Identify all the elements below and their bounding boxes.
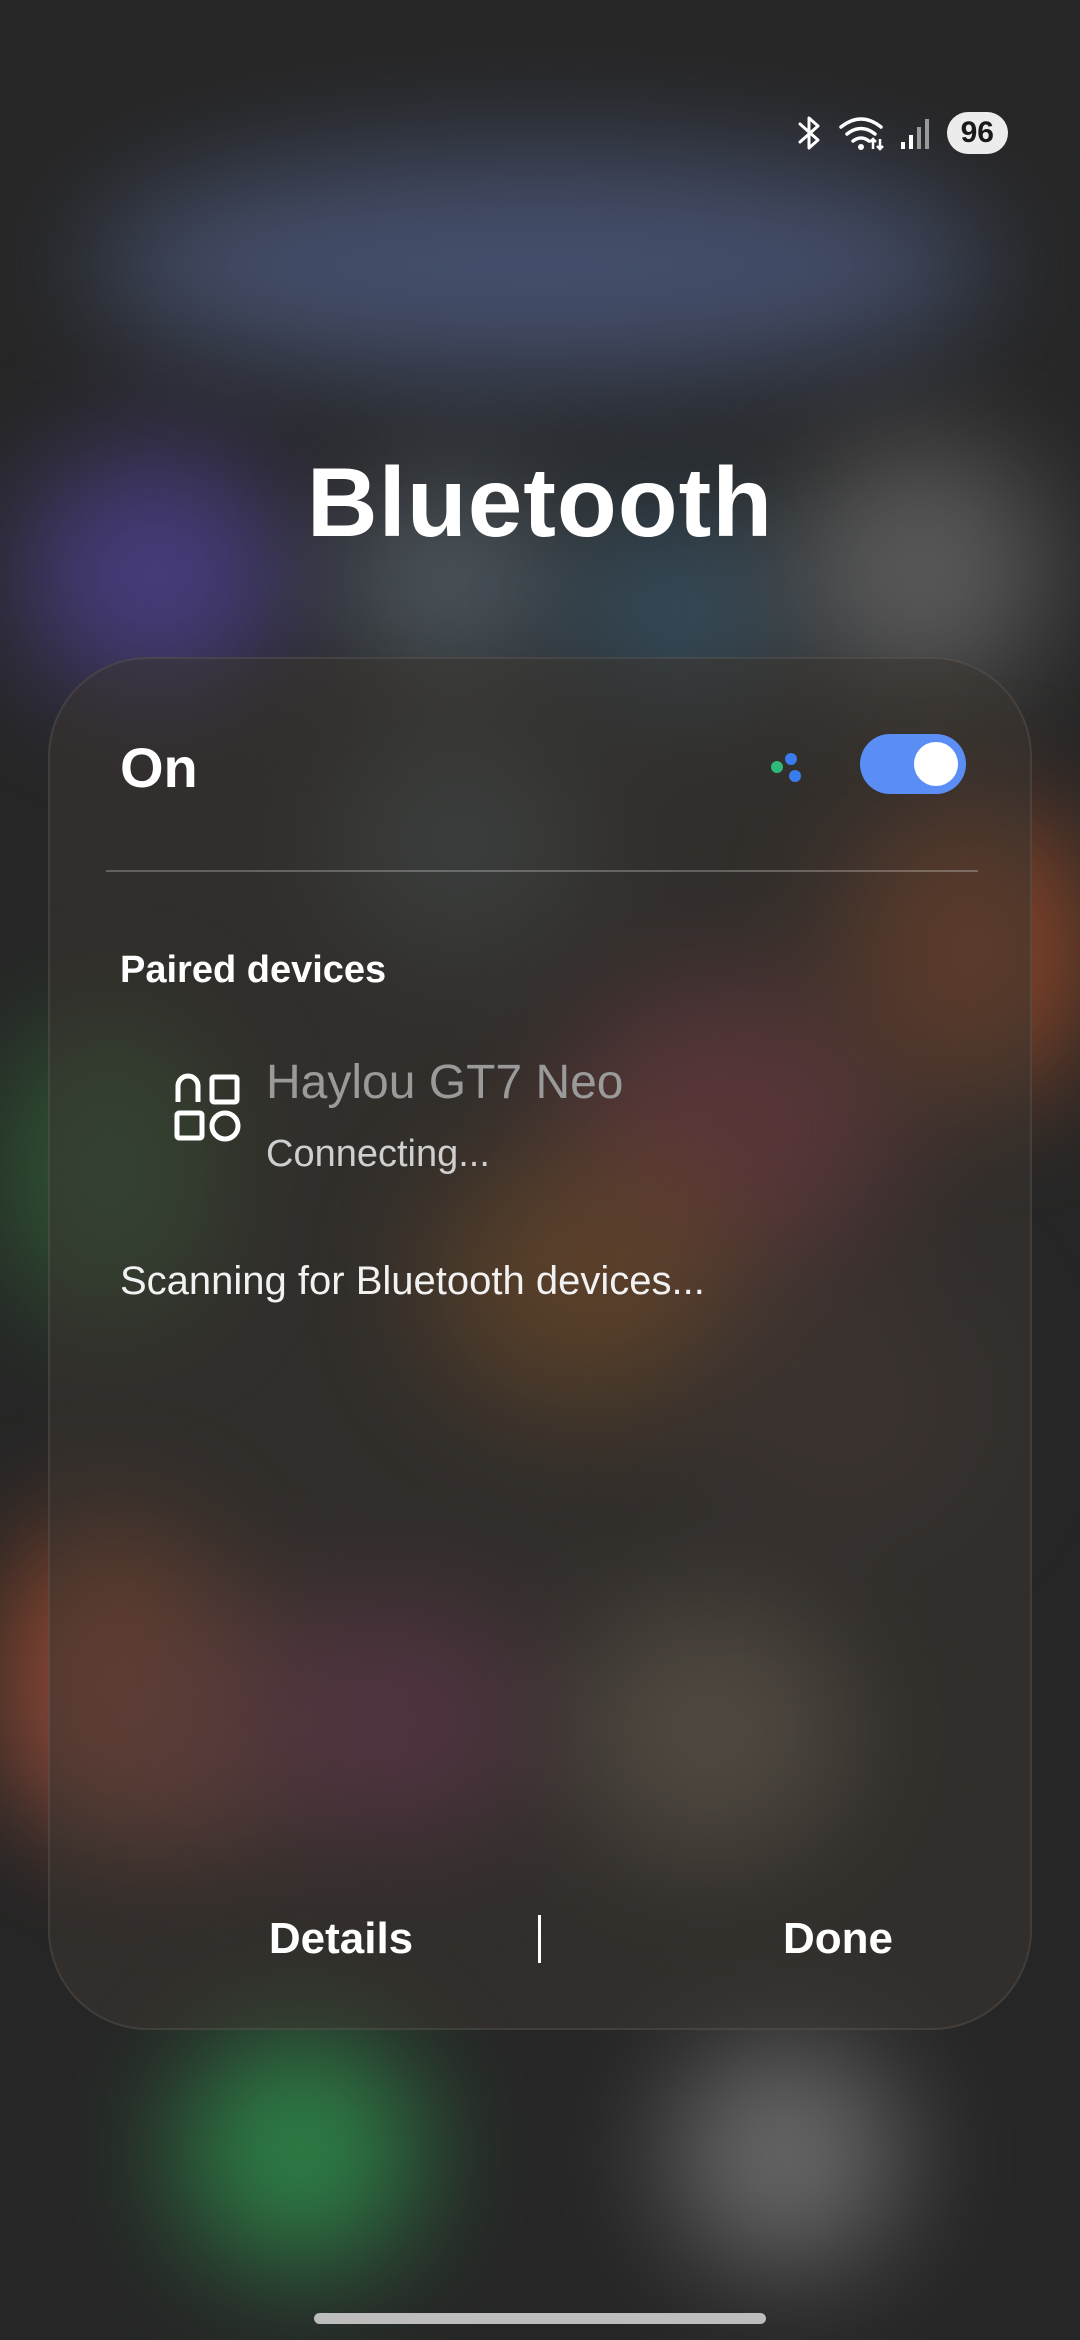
home-indicator[interactable]: [314, 2313, 766, 2324]
dialog-footer: Details Done: [50, 1899, 1034, 1979]
device-name: Haylou GT7 Neo: [266, 1056, 624, 1109]
toggle-state-label: On: [120, 736, 198, 799]
page-title: Bluetooth: [306, 447, 774, 557]
wallpaper-blur: [670, 2040, 900, 2270]
done-button[interactable]: Done: [673, 1899, 1003, 1979]
device-status: Connecting...: [266, 1133, 490, 1175]
wallpaper-blur: [90, 150, 990, 380]
wallpaper-blur: [180, 2030, 420, 2270]
bluetooth-icon: [797, 115, 823, 151]
scanning-status-text: Scanning for Bluetooth devices...: [120, 1259, 705, 1303]
battery-badge: 96: [946, 112, 1008, 154]
bluetooth-panel: On Paired devices Haylou GT7 Neo Connect…: [48, 657, 1032, 2030]
paired-device-item[interactable]: Haylou GT7 Neo Connecting...: [90, 1029, 990, 1199]
bluetooth-toggle-row[interactable]: On: [50, 659, 1034, 875]
scanning-indicator-icon: [766, 749, 808, 791]
bluetooth-toggle[interactable]: [860, 734, 966, 794]
bluetooth-quick-panel-screen: 96 Bluetooth On Paired devices Haylou GT…: [0, 0, 1080, 2340]
signal-icon: [899, 116, 933, 150]
divider: [106, 870, 978, 872]
paired-devices-header: Paired devices: [120, 949, 387, 991]
footer-divider: [538, 1915, 541, 1963]
status-bar: 96: [797, 112, 1008, 154]
toggle-knob: [914, 742, 958, 786]
apps-icon: [172, 1072, 244, 1144]
details-button[interactable]: Details: [176, 1899, 506, 1979]
wifi-icon: [837, 115, 885, 151]
